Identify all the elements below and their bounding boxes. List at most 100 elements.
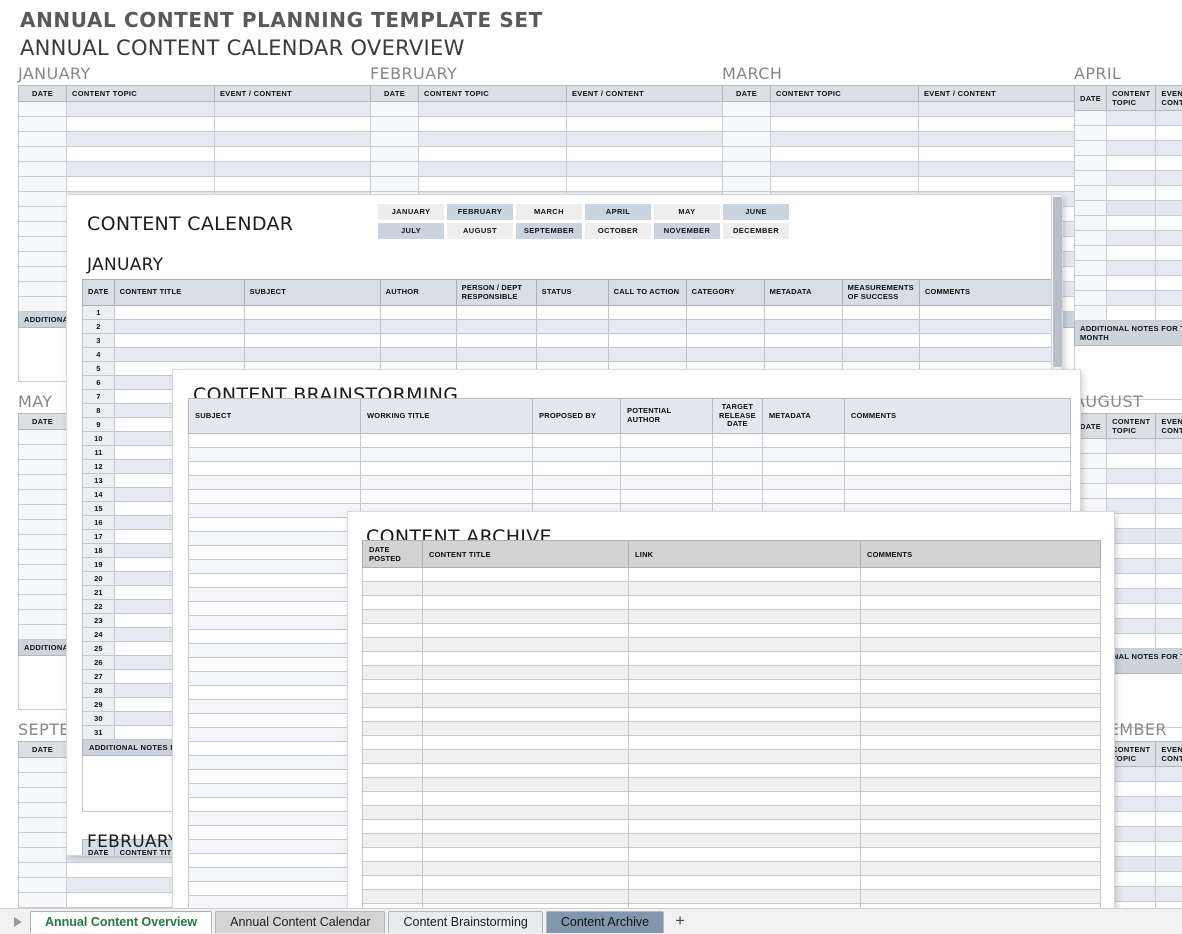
month-button-january[interactable]: JANUARY xyxy=(378,204,444,220)
table-cell[interactable] xyxy=(771,117,919,132)
table-row[interactable] xyxy=(723,147,1083,162)
table-cell[interactable] xyxy=(919,306,1054,320)
table-cell[interactable] xyxy=(423,624,629,638)
table-row[interactable] xyxy=(1075,469,1182,484)
table-cell[interactable] xyxy=(861,736,1101,750)
table-cell[interactable] xyxy=(844,475,1070,489)
table-row[interactable] xyxy=(363,610,1101,624)
sheet-tab-content-archive[interactable]: Content Archive xyxy=(546,911,664,933)
table-row[interactable] xyxy=(723,177,1083,192)
table-cell[interactable] xyxy=(67,177,215,192)
table-cell[interactable] xyxy=(114,334,244,348)
table-cell[interactable] xyxy=(621,461,713,475)
table-row[interactable]: 1 xyxy=(83,306,1055,320)
table-cell[interactable] xyxy=(533,489,621,503)
table-cell[interactable] xyxy=(762,461,844,475)
sheet-tab-annual-content-calendar[interactable]: Annual Content Calendar xyxy=(215,911,385,933)
month-selector-row-2[interactable]: JULYAUGUSTSEPTEMBEROCTOBERNOVEMBERDECEMB… xyxy=(378,223,789,239)
table-cell[interactable] xyxy=(1107,156,1156,171)
table-cell[interactable] xyxy=(363,652,423,666)
table-cell[interactable] xyxy=(419,162,567,177)
table-cell[interactable] xyxy=(189,615,361,629)
table-cell[interactable] xyxy=(1075,126,1107,141)
table-cell[interactable] xyxy=(533,461,621,475)
table-cell[interactable] xyxy=(1075,111,1107,126)
table-cell[interactable] xyxy=(713,475,763,489)
table-row[interactable] xyxy=(723,162,1083,177)
table-cell[interactable] xyxy=(1107,484,1156,499)
table-cell[interactable] xyxy=(363,694,423,708)
table-cell[interactable] xyxy=(189,727,361,741)
table-cell[interactable] xyxy=(363,666,423,680)
table-cell[interactable] xyxy=(1156,559,1182,574)
table-cell[interactable] xyxy=(419,147,567,162)
table-cell[interactable] xyxy=(1156,589,1182,604)
table-cell[interactable] xyxy=(456,334,536,348)
table-cell[interactable] xyxy=(215,117,379,132)
table-cell[interactable] xyxy=(1075,216,1107,231)
table-cell[interactable] xyxy=(363,890,423,904)
table-cell[interactable] xyxy=(361,433,533,447)
table-row[interactable] xyxy=(1075,171,1182,186)
table-cell[interactable] xyxy=(861,848,1101,862)
table-cell[interactable] xyxy=(215,102,379,117)
table-cell[interactable] xyxy=(1156,544,1182,559)
table-cell[interactable] xyxy=(861,652,1101,666)
table-cell[interactable] xyxy=(1156,574,1182,589)
table-cell[interactable] xyxy=(1156,439,1182,454)
table-cell[interactable] xyxy=(244,348,380,362)
table-cell[interactable] xyxy=(423,652,629,666)
table-row[interactable] xyxy=(189,489,1071,503)
table-cell[interactable] xyxy=(114,306,244,320)
table-row[interactable] xyxy=(371,162,731,177)
table-cell[interactable] xyxy=(114,320,244,334)
table-cell[interactable] xyxy=(371,147,419,162)
table-cell[interactable] xyxy=(1156,141,1182,156)
table-cell[interactable] xyxy=(1107,246,1156,261)
calendar-scroll-thumb[interactable] xyxy=(1053,197,1062,367)
table-cell[interactable] xyxy=(363,820,423,834)
table-cell[interactable] xyxy=(19,445,67,460)
table-cell[interactable] xyxy=(419,102,567,117)
table-row[interactable] xyxy=(363,568,1101,582)
table-row[interactable] xyxy=(363,736,1101,750)
table-row[interactable] xyxy=(1075,186,1182,201)
table-cell[interactable] xyxy=(189,867,361,881)
table-cell[interactable] xyxy=(771,147,919,162)
table-cell[interactable] xyxy=(189,461,361,475)
table-cell[interactable] xyxy=(423,610,629,624)
table-cell[interactable] xyxy=(19,803,67,818)
table-cell[interactable] xyxy=(723,177,771,192)
table-cell[interactable] xyxy=(189,531,361,545)
table-cell[interactable] xyxy=(1156,201,1182,216)
table-row[interactable] xyxy=(1075,306,1182,321)
table-cell[interactable] xyxy=(189,853,361,867)
table-cell[interactable] xyxy=(371,132,419,147)
table-cell[interactable] xyxy=(215,162,379,177)
month-button-march[interactable]: MARCH xyxy=(516,204,582,220)
table-cell[interactable] xyxy=(423,694,629,708)
table-cell[interactable] xyxy=(19,893,67,908)
table-cell[interactable] xyxy=(723,132,771,147)
table-row[interactable] xyxy=(1075,201,1182,216)
table-cell[interactable] xyxy=(19,237,67,252)
table-cell[interactable] xyxy=(189,433,361,447)
month-button-february[interactable]: FEBRUARY xyxy=(447,204,513,220)
table-cell[interactable] xyxy=(371,102,419,117)
table-row[interactable] xyxy=(1075,216,1182,231)
table-row[interactable] xyxy=(363,694,1101,708)
table-cell[interactable] xyxy=(844,461,1070,475)
table-row[interactable] xyxy=(371,177,731,192)
table-cell[interactable] xyxy=(723,117,771,132)
table-row[interactable] xyxy=(363,890,1101,904)
table-row[interactable] xyxy=(363,792,1101,806)
table-row[interactable] xyxy=(189,461,1071,475)
table-cell[interactable] xyxy=(861,764,1101,778)
table-cell[interactable] xyxy=(533,475,621,489)
table-cell[interactable] xyxy=(1075,141,1107,156)
table-cell[interactable] xyxy=(423,792,629,806)
month-button-june[interactable]: JUNE xyxy=(723,204,789,220)
table-cell[interactable] xyxy=(19,505,67,520)
table-cell[interactable] xyxy=(1107,231,1156,246)
table-row[interactable]: 4 xyxy=(83,348,1055,362)
